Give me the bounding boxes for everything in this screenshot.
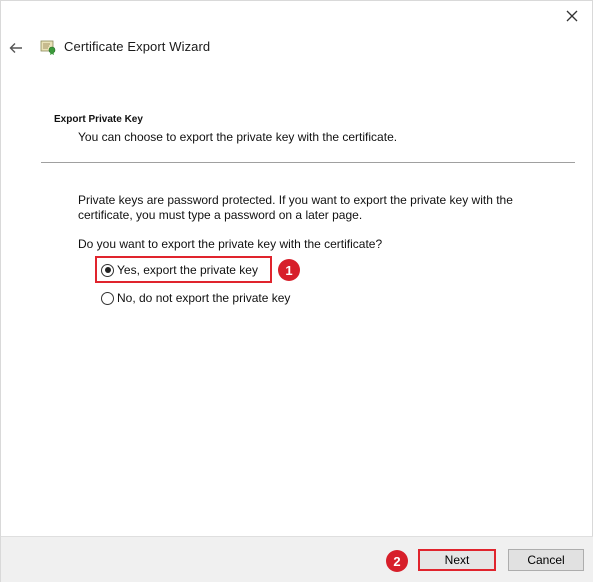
next-button[interactable]: Next [418, 549, 496, 571]
close-icon [566, 10, 578, 22]
info-text: Private keys are password protected. If … [78, 193, 513, 222]
radio-button-unchecked[interactable] [101, 291, 114, 305]
question-text: Do you want to export the private key wi… [78, 237, 383, 251]
radio-no-label[interactable]: No, do not export the private key [117, 291, 290, 305]
highlight-box-step1 [95, 256, 272, 283]
step-badge-2: 2 [386, 550, 408, 572]
certificate-icon [40, 40, 56, 55]
header-divider [41, 162, 575, 163]
back-button[interactable] [7, 39, 25, 57]
step-badge-1: 1 [278, 259, 300, 281]
wizard-window: Certificate Export Wizard Export Private… [0, 0, 593, 582]
section-subtitle: You can choose to export the private key… [78, 130, 398, 144]
close-button[interactable] [558, 5, 586, 27]
cancel-button[interactable]: Cancel [508, 549, 584, 571]
footer-bar [1, 536, 593, 582]
section-heading: Export Private Key [54, 114, 143, 125]
back-arrow-icon [9, 43, 22, 53]
radio-no-export-key[interactable]: No, do not export the private key [101, 291, 290, 305]
wizard-title: Certificate Export Wizard [64, 39, 211, 54]
